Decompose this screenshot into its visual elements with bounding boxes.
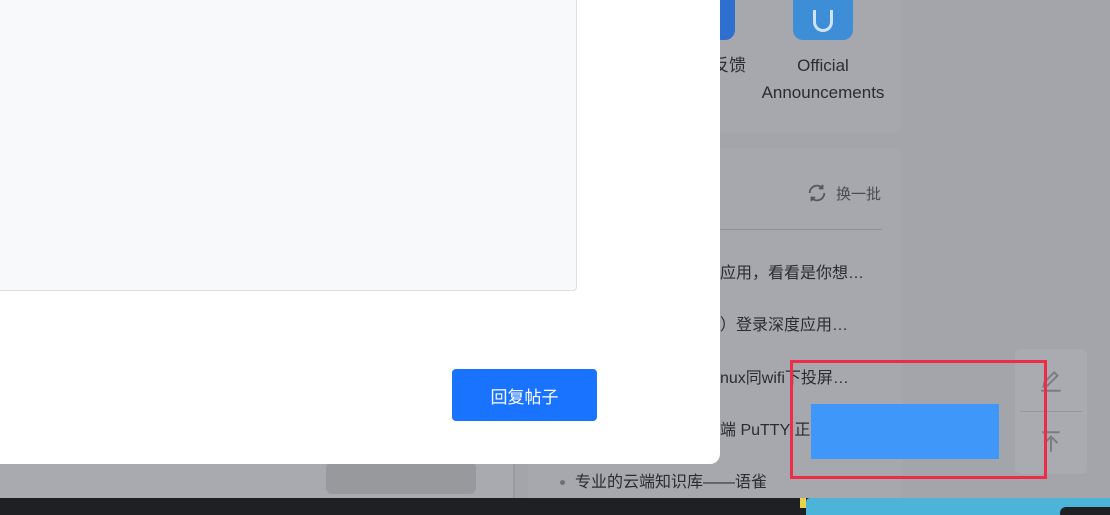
reply-modal [0, 0, 720, 464]
reply-editor[interactable] [0, 0, 577, 291]
refresh-button[interactable]: 换一批 [806, 182, 881, 204]
app-official-announcements[interactable]: Official Announcements [758, 0, 888, 106]
hot-divider [718, 229, 882, 230]
list-item[interactable]: ）登录深度应用… [720, 311, 848, 335]
refresh-label: 换一批 [836, 185, 882, 203]
v-shield-icon [793, 0, 853, 40]
list-item[interactable]: 专业的云端知识库——语雀 [560, 468, 767, 492]
refresh-icon [808, 184, 826, 202]
annotation-fill-block [811, 404, 999, 459]
bullet-icon [560, 480, 565, 486]
background-button [326, 462, 476, 494]
list-item[interactable]: 应用，看看是你想… [720, 259, 864, 283]
app-announce-label: Official Announcements [761, 56, 885, 102]
reply-post-button[interactable]: 回复帖子 [452, 369, 597, 421]
footer-pill [1060, 507, 1110, 515]
